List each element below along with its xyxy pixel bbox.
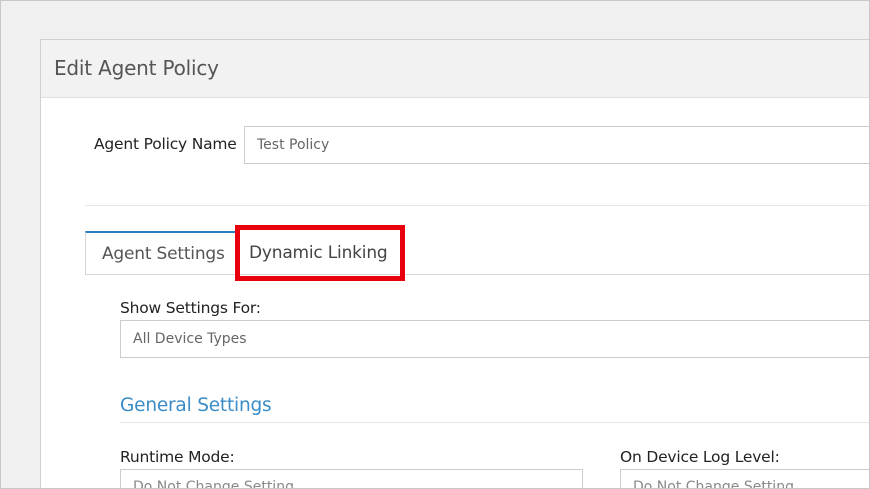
- divider: [85, 205, 869, 206]
- log-level-value: Do Not Change Setting: [633, 479, 794, 489]
- runtime-mode-select[interactable]: Do Not Change Setting ⌄: [120, 469, 583, 489]
- page-title: Edit Agent Policy: [54, 56, 219, 80]
- edit-policy-panel: Edit Agent Policy Agent Policy Name Test…: [40, 39, 869, 489]
- device-type-placeholder: All Device Types: [133, 331, 247, 347]
- policy-name-value: Test Policy: [257, 137, 330, 153]
- chevron-down-icon: ⌄: [133, 480, 144, 489]
- log-level-select[interactable]: Do Not Change Setting: [620, 469, 869, 489]
- app-frame: Edit Agent Policy Agent Policy Name Test…: [0, 0, 870, 489]
- show-settings-label: Show Settings For:: [120, 299, 261, 317]
- device-type-select[interactable]: All Device Types: [120, 320, 869, 358]
- section-divider: [120, 422, 869, 423]
- log-level-label: On Device Log Level:: [620, 448, 780, 466]
- tab-agent-settings-label: Agent Settings: [102, 244, 225, 264]
- tab-agent-settings[interactable]: Agent Settings: [85, 231, 237, 274]
- panel-header: Edit Agent Policy: [41, 40, 869, 98]
- runtime-mode-label: Runtime Mode:: [120, 448, 235, 466]
- highlight-box: [235, 225, 405, 281]
- policy-name-input[interactable]: Test Policy: [244, 126, 869, 164]
- general-settings-heading: General Settings: [120, 395, 272, 416]
- policy-name-label: Agent Policy Name: [94, 135, 237, 153]
- tab-bar: Agent Settings Dynamic Linking: [85, 231, 869, 275]
